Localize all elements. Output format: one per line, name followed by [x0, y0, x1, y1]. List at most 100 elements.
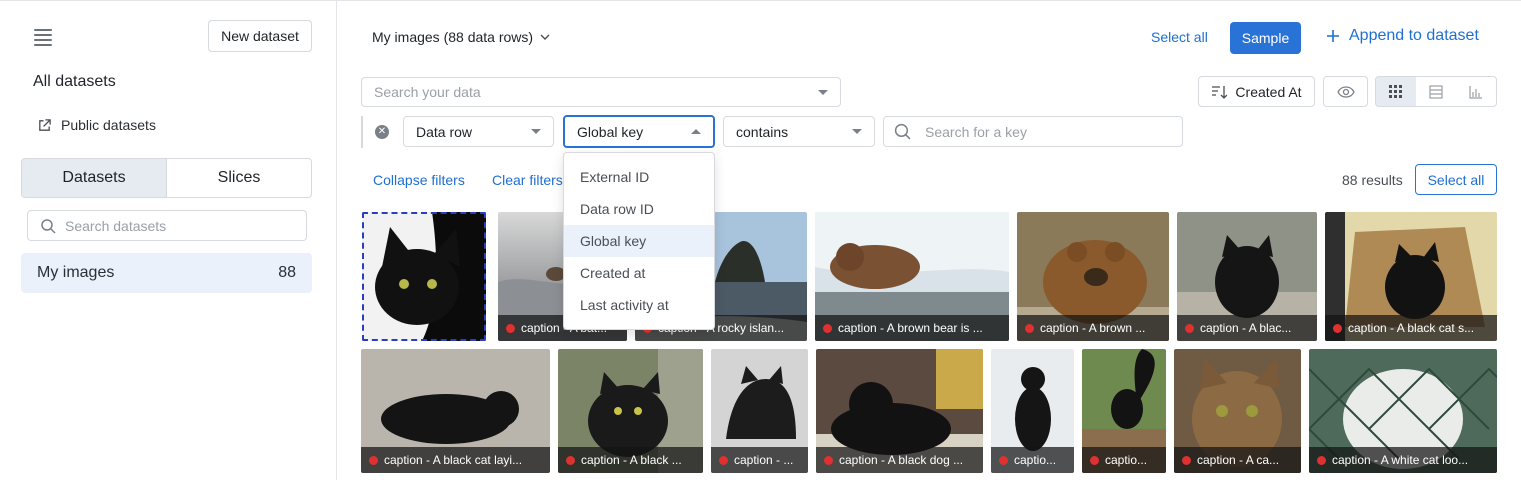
- option-created-at[interactable]: Created at: [564, 257, 714, 289]
- image-thumbnail: [362, 212, 486, 341]
- caption-text: caption - A black cat s...: [1348, 321, 1475, 335]
- status-dot: [719, 455, 728, 465]
- filter-field-value: Data row: [416, 123, 473, 140]
- sort-icon: [1212, 85, 1228, 99]
- image-caption: caption - A ca...: [1174, 447, 1301, 473]
- sample-button[interactable]: Sample: [1230, 22, 1301, 54]
- new-dataset-button[interactable]: New dataset: [208, 20, 312, 52]
- dataset-count: 88: [278, 264, 296, 281]
- image-caption: caption - A blac...: [1177, 315, 1317, 341]
- status-dot: [506, 323, 515, 333]
- key-search-field[interactable]: [883, 116, 1183, 147]
- image-tile[interactable]: caption - A black cat layi...: [361, 349, 550, 473]
- image-caption: captio...: [991, 447, 1074, 473]
- plus-icon: [1327, 30, 1339, 42]
- status-dot: [566, 455, 575, 465]
- image-caption: caption - A black cat s...: [1325, 315, 1497, 341]
- caret-down-icon: [818, 89, 828, 95]
- grid-icon: [1389, 84, 1402, 98]
- collapse-filters-link[interactable]: Collapse filters: [373, 172, 465, 188]
- status-dot: [1090, 455, 1099, 465]
- image-caption: caption - A black cat layi...: [361, 447, 550, 473]
- image-tile[interactable]: caption - A black cat s...: [1325, 212, 1497, 341]
- remove-filter-icon[interactable]: ✕: [375, 125, 389, 139]
- caption-text: caption - A white cat loo...: [1332, 453, 1469, 467]
- dataset-name: My images: [37, 264, 115, 281]
- status-dot: [369, 455, 378, 465]
- option-external-id[interactable]: External ID: [564, 161, 714, 193]
- visibility-button[interactable]: [1323, 76, 1368, 107]
- results-count: 88 results: [1342, 172, 1403, 188]
- search-icon: [894, 123, 911, 140]
- image-caption: caption - A black dog ...: [816, 447, 983, 473]
- dataset-title: My images (88 data rows): [372, 29, 534, 45]
- status-dot: [1317, 455, 1326, 465]
- sort-label: Created At: [1235, 83, 1302, 100]
- search-data-field[interactable]: [361, 77, 841, 107]
- caret-up-icon: [691, 129, 701, 134]
- search-data-input[interactable]: [374, 84, 794, 100]
- chevron-down-icon: [540, 34, 550, 40]
- sidebar: New dataset All datasets Public datasets…: [0, 0, 337, 480]
- append-to-dataset-button[interactable]: Append to dataset: [1326, 27, 1479, 45]
- image-tile[interactable]: caption - A brown ...: [1017, 212, 1169, 341]
- caption-text: caption - A brown bear is ...: [838, 321, 983, 335]
- image-caption: caption - ...: [711, 447, 808, 473]
- filter-field-select[interactable]: Data row: [403, 116, 554, 147]
- view-mode-toggle: [1375, 76, 1497, 107]
- status-dot: [1333, 323, 1342, 333]
- sort-button[interactable]: Created At: [1198, 76, 1315, 107]
- tab-slices[interactable]: Slices: [167, 159, 311, 197]
- grid-view-button[interactable]: [1376, 77, 1416, 106]
- tab-datasets[interactable]: Datasets: [22, 159, 167, 197]
- image-tile[interactable]: caption - A ca...: [1174, 349, 1301, 473]
- select-all-link[interactable]: Select all: [1151, 29, 1208, 45]
- caption-text: caption - A black dog ...: [839, 453, 964, 467]
- eye-icon: [1336, 85, 1355, 98]
- bar-chart-icon: [1469, 85, 1482, 99]
- key-search-input[interactable]: [925, 123, 1165, 140]
- image-tile[interactable]: caption - A white cat loo...: [1309, 349, 1497, 473]
- caption-text: caption - A black ...: [581, 453, 682, 467]
- image-tile[interactable]: caption - A blac...: [1177, 212, 1317, 341]
- image-caption: caption - A white cat loo...: [1309, 447, 1497, 473]
- filter-operator-select[interactable]: contains: [723, 116, 875, 147]
- select-all-button[interactable]: Select all: [1415, 164, 1497, 195]
- image-caption: caption - A brown ...: [1017, 315, 1169, 341]
- status-dot: [1182, 455, 1191, 465]
- caption-text: captio...: [1014, 453, 1057, 467]
- all-datasets-heading[interactable]: All datasets: [33, 73, 116, 91]
- caption-text: captio...: [1105, 453, 1148, 467]
- chart-view-button[interactable]: [1456, 77, 1496, 106]
- filter-key-value: Global key: [577, 123, 644, 140]
- image-tile[interactable]: captio...: [991, 349, 1074, 473]
- caption-text: caption - A brown ...: [1040, 321, 1146, 335]
- clear-filters-link[interactable]: Clear filters: [492, 172, 563, 188]
- list-view-button[interactable]: [1416, 77, 1456, 106]
- option-global-key[interactable]: Global key: [564, 225, 714, 257]
- image-tile[interactable]: caption - ...: [711, 349, 808, 473]
- search-datasets-input[interactable]: [65, 217, 285, 234]
- option-data-row-id[interactable]: Data row ID: [564, 193, 714, 225]
- sidebar-item-my-images[interactable]: My images 88: [21, 253, 312, 293]
- append-label: Append to dataset: [1349, 27, 1479, 44]
- search-datasets-field[interactable]: [27, 210, 307, 241]
- image-tile[interactable]: caption - A black ...: [558, 349, 703, 473]
- public-datasets-link[interactable]: Public datasets: [37, 117, 156, 133]
- image-caption: captio...: [1082, 447, 1166, 473]
- menu-icon[interactable]: [34, 29, 52, 46]
- image-caption: caption - A black ...: [558, 447, 703, 473]
- main-panel: My images (88 data rows) Select all Samp…: [337, 0, 1521, 480]
- image-tile[interactable]: caption - A brown bear is ...: [815, 212, 1009, 341]
- image-tile[interactable]: captio...: [1082, 349, 1166, 473]
- caret-down-icon: [531, 129, 541, 134]
- filter-operator-value: contains: [736, 123, 789, 140]
- list-icon: [1429, 84, 1443, 99]
- option-last-activity-at[interactable]: Last activity at: [564, 289, 714, 321]
- status-dot: [1185, 323, 1194, 333]
- image-tile[interactable]: [362, 212, 486, 341]
- filter-key-select[interactable]: Global key: [563, 115, 715, 148]
- dataset-selector[interactable]: My images (88 data rows): [372, 29, 551, 45]
- filter-indicator: [361, 116, 363, 148]
- image-tile[interactable]: caption - A black dog ...: [816, 349, 983, 473]
